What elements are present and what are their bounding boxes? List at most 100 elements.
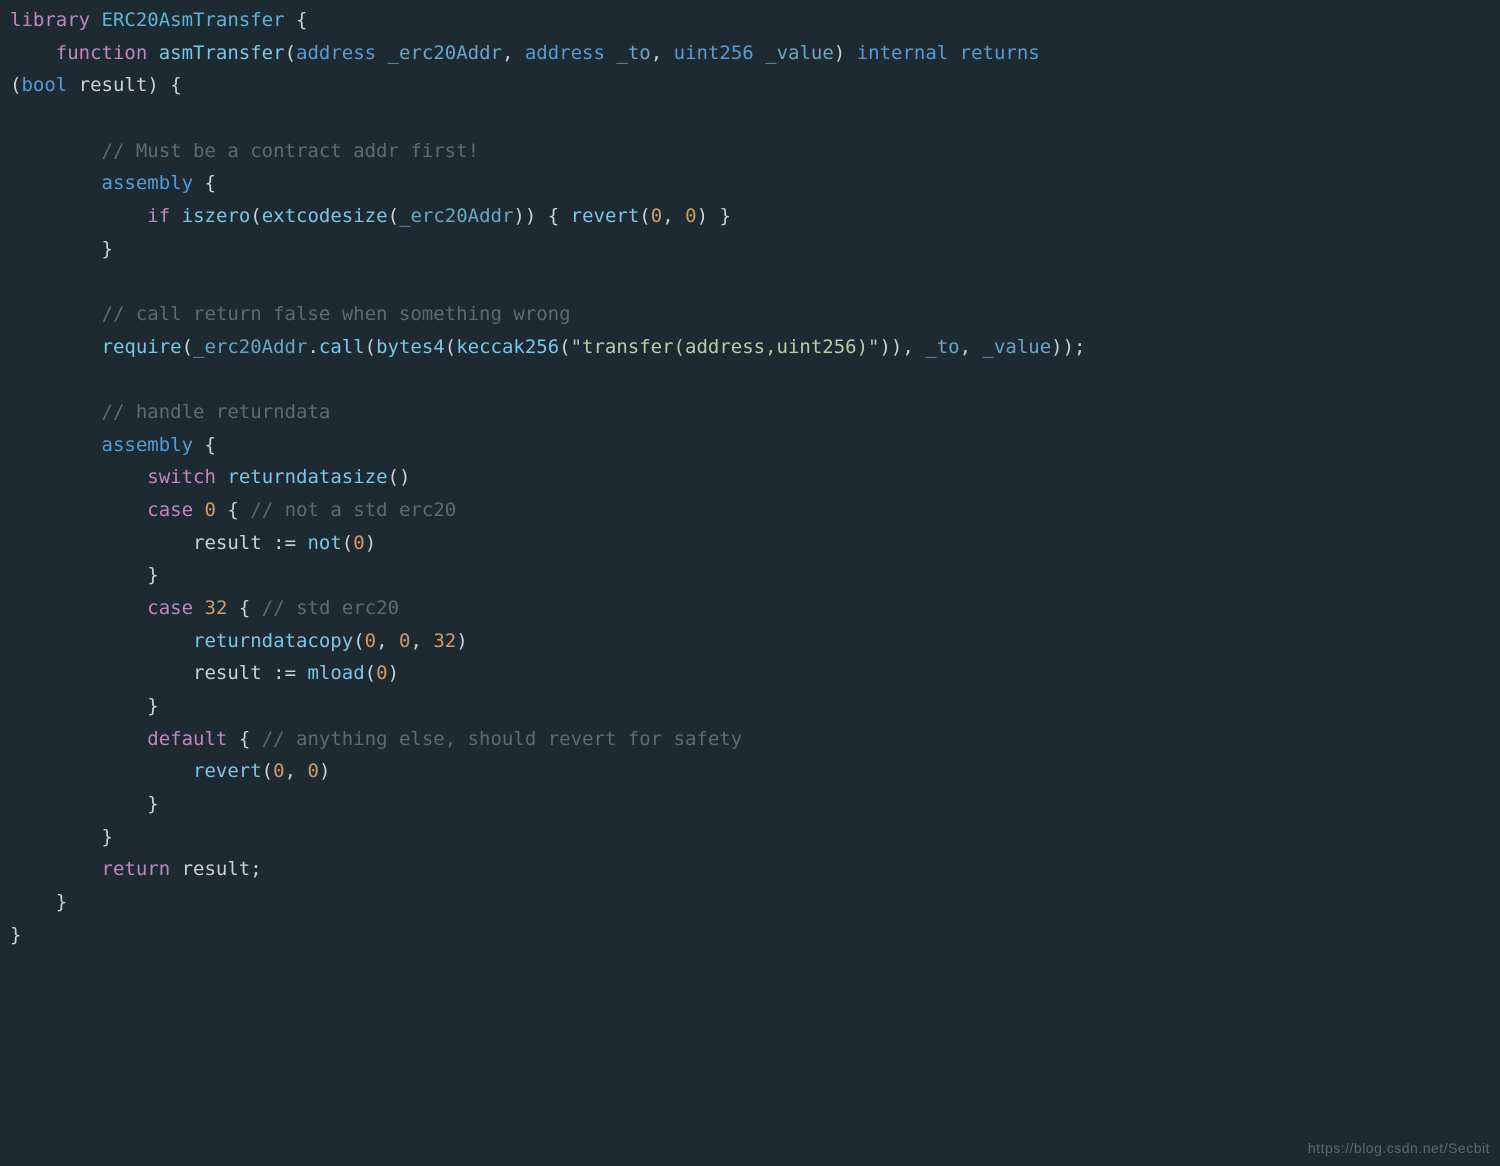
- paren: (: [182, 336, 193, 358]
- op-assign: :=: [273, 662, 296, 684]
- var-result: result: [193, 662, 262, 684]
- param-erc20Addr: _erc20Addr: [388, 42, 502, 64]
- comma: ,: [285, 760, 296, 782]
- type-address: address: [525, 42, 605, 64]
- code-block: library ERC20AsmTransfer { function asmT…: [0, 0, 1500, 961]
- paren: ): [388, 662, 399, 684]
- kw-function: function: [56, 42, 148, 64]
- num: 0: [273, 760, 284, 782]
- var-result: result: [182, 858, 251, 880]
- fn-iszero: iszero: [182, 205, 251, 227]
- watermark: https://blog.csdn.net/Secbit: [1308, 1136, 1490, 1160]
- kw-case: case: [147, 499, 193, 521]
- kw-case: case: [147, 597, 193, 619]
- comma: ,: [502, 42, 513, 64]
- param-to: _to: [925, 336, 959, 358]
- paren: ));: [1051, 336, 1085, 358]
- param-erc20Addr: _erc20Addr: [399, 205, 513, 227]
- brace: {: [204, 172, 215, 194]
- fn-name: asmTransfer: [159, 42, 285, 64]
- num: 32: [205, 597, 228, 619]
- num: 0: [307, 760, 318, 782]
- comment: // not a std erc20: [250, 499, 456, 521]
- paren: (: [250, 205, 261, 227]
- kw-library: library: [10, 9, 90, 31]
- fn-call: call: [319, 336, 365, 358]
- comma: ,: [902, 336, 913, 358]
- comment: // handle returndata: [102, 401, 331, 423]
- brace: }: [147, 564, 158, 586]
- brace: {: [204, 434, 215, 456]
- kw-if: if: [147, 205, 170, 227]
- brace: }: [147, 793, 158, 815]
- num: 0: [376, 662, 387, 684]
- type-address: address: [296, 42, 376, 64]
- num: 32: [433, 630, 456, 652]
- comma: ,: [662, 205, 673, 227]
- kw-switch: switch: [147, 466, 216, 488]
- kw-assembly: assembly: [102, 434, 194, 456]
- fn-returndatacopy: returndatacopy: [193, 630, 353, 652]
- fn-mload: mload: [307, 662, 364, 684]
- brace: }: [102, 826, 113, 848]
- brace: }: [10, 924, 21, 946]
- kw-default: default: [147, 728, 227, 750]
- brace: {: [239, 728, 250, 750]
- num: 0: [651, 205, 662, 227]
- brace: {: [296, 9, 307, 31]
- num: 0: [353, 532, 364, 554]
- brace: }: [147, 695, 158, 717]
- type-bool: bool: [21, 74, 67, 96]
- comma: ,: [651, 42, 662, 64]
- comment: // std erc20: [262, 597, 399, 619]
- paren: ): [834, 42, 845, 64]
- semi: ;: [250, 858, 261, 880]
- dot: .: [307, 336, 318, 358]
- paren: ): [456, 630, 467, 652]
- op-assign: :=: [273, 532, 296, 554]
- var-result: result: [79, 74, 148, 96]
- num: 0: [365, 630, 376, 652]
- comment: // call return false when something wron…: [102, 303, 571, 325]
- brace: {: [548, 205, 559, 227]
- param-value: _value: [983, 336, 1052, 358]
- paren: (: [365, 336, 376, 358]
- num: 0: [205, 499, 216, 521]
- brace: }: [102, 238, 113, 260]
- comma: ,: [960, 336, 971, 358]
- paren: (: [285, 42, 296, 64]
- paren: (: [262, 760, 273, 782]
- var-result: result: [193, 532, 262, 554]
- paren: (: [353, 630, 364, 652]
- fn-revert: revert: [193, 760, 262, 782]
- paren: ): [147, 74, 158, 96]
- fn-require: require: [102, 336, 182, 358]
- fn-revert: revert: [571, 205, 640, 227]
- kw-returns: returns: [960, 42, 1040, 64]
- paren: (: [559, 336, 570, 358]
- paren: ): [319, 760, 330, 782]
- fn-not: not: [307, 532, 341, 554]
- paren: (: [639, 205, 650, 227]
- paren: (): [388, 466, 411, 488]
- type-uint256: uint256: [674, 42, 754, 64]
- brace: }: [56, 891, 67, 913]
- paren: )): [513, 205, 536, 227]
- brace: }: [719, 205, 730, 227]
- library-name: ERC20AsmTransfer: [102, 9, 285, 31]
- string-literal: "transfer(address,uint256)": [571, 336, 880, 358]
- paren: ): [697, 205, 708, 227]
- brace: {: [170, 74, 181, 96]
- param-erc20Addr: _erc20Addr: [193, 336, 307, 358]
- comma: ,: [410, 630, 421, 652]
- brace: {: [227, 499, 238, 521]
- comma: ,: [376, 630, 387, 652]
- fn-bytes4: bytes4: [376, 336, 445, 358]
- paren: (: [388, 205, 399, 227]
- paren: (: [342, 532, 353, 554]
- fn-returndatasize: returndatasize: [227, 466, 387, 488]
- kw-assembly: assembly: [102, 172, 194, 194]
- fn-keccak256: keccak256: [456, 336, 559, 358]
- comment: // Must be a contract addr first!: [102, 140, 480, 162]
- paren: (: [365, 662, 376, 684]
